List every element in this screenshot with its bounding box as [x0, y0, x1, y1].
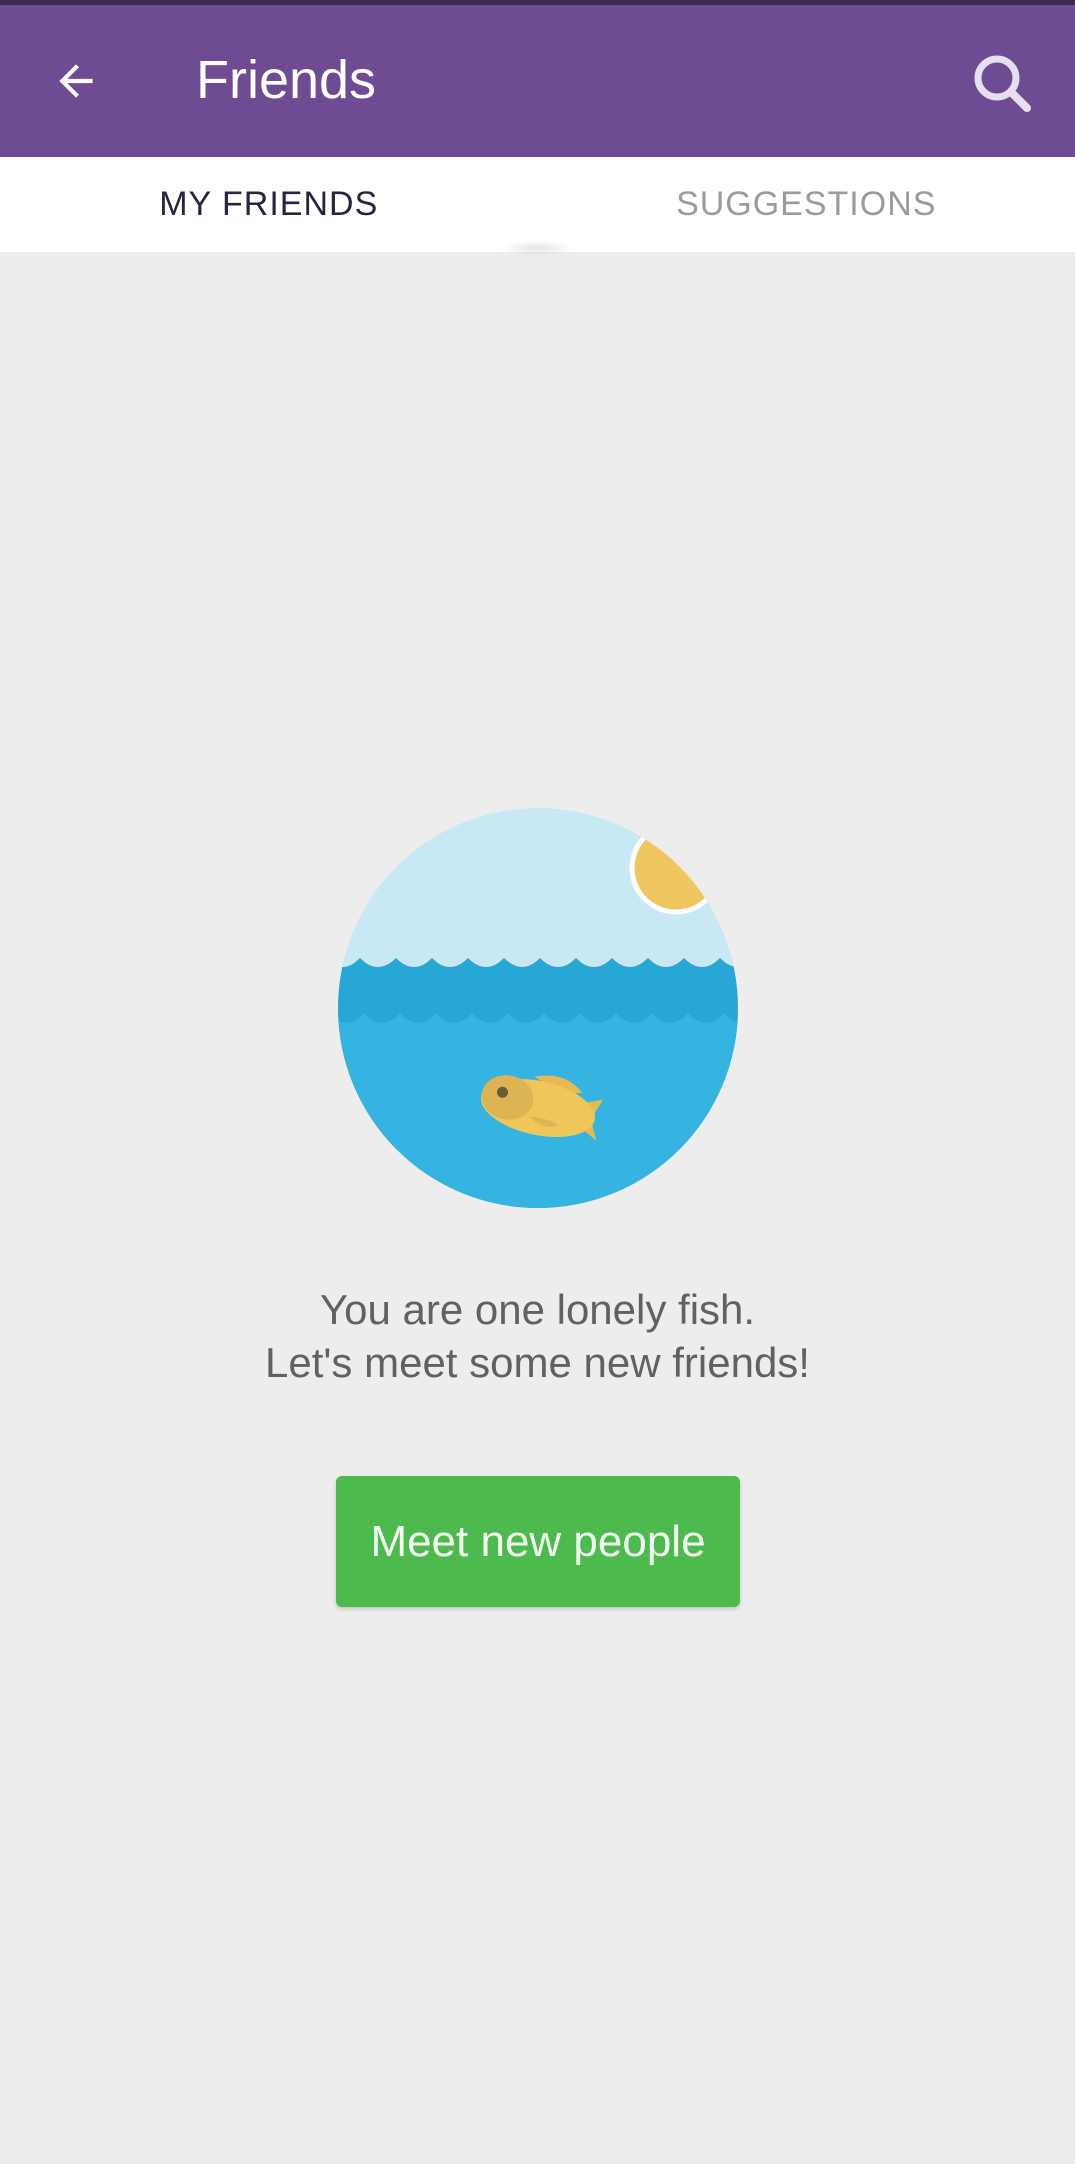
empty-state-message: You are one lonely fish. Let's meet some… [0, 1283, 1075, 1389]
tab-suggestions[interactable]: SUGGESTIONS [538, 157, 1075, 252]
lonely-fish-illustration [338, 808, 738, 1208]
sun-icon [629, 821, 723, 915]
search-button[interactable] [960, 41, 1044, 125]
arrow-left-icon [59, 64, 93, 98]
page-title: Friends [196, 50, 377, 110]
pull-refresh-shadow [500, 240, 575, 256]
app-bar: Friends [0, 5, 1075, 157]
meet-new-people-button[interactable]: Meet new people [336, 1476, 740, 1607]
empty-state-line-1: You are one lonely fish. [319, 1286, 756, 1333]
search-icon [974, 55, 1031, 112]
back-button[interactable] [34, 39, 118, 123]
empty-state-line-2: Let's meet some new friends! [265, 1339, 810, 1386]
tab-my-friends[interactable]: MY FRIENDS [0, 157, 538, 252]
tab-bar: MY FRIENDS SUGGESTIONS [0, 157, 1075, 252]
